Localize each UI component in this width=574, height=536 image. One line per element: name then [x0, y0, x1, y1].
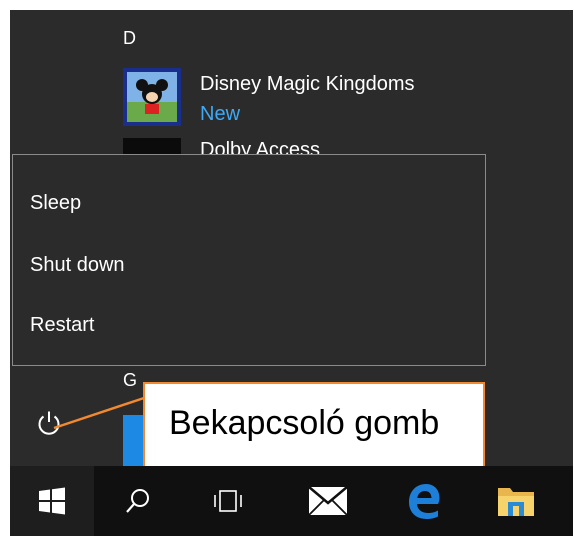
- search-icon: [124, 487, 152, 515]
- edge-button[interactable]: [388, 466, 460, 536]
- screenshot-frame: D Disney Magic Kingdoms New Dolby Access…: [10, 10, 573, 536]
- new-badge: New: [200, 103, 241, 125]
- search-button[interactable]: [102, 466, 174, 536]
- mail-button[interactable]: [292, 466, 364, 536]
- callout-text: Bekapcsoló gomb: [169, 404, 440, 442]
- task-view-button[interactable]: [192, 466, 264, 536]
- app-name: Disney Magic Kingdoms: [200, 73, 415, 95]
- start-button[interactable]: [10, 466, 94, 536]
- app-list-item-disney[interactable]: Disney Magic Kingdoms New: [120, 65, 550, 129]
- file-explorer-icon: [496, 484, 536, 518]
- edge-icon: [405, 482, 443, 520]
- windows-start-icon: [37, 486, 67, 516]
- callout-pointer: [53, 396, 145, 430]
- file-explorer-button[interactable]: [480, 466, 552, 536]
- taskbar: [10, 466, 573, 536]
- callout-box: Bekapcsoló gomb: [143, 382, 485, 468]
- mail-icon: [308, 486, 348, 516]
- section-letter-g[interactable]: G: [123, 370, 137, 391]
- shut-down-menu-item[interactable]: Shut down: [30, 254, 125, 277]
- disney-magic-kingdoms-icon: [123, 68, 181, 126]
- task-view-icon: [211, 488, 245, 514]
- sleep-menu-item[interactable]: Sleep: [30, 192, 81, 215]
- restart-menu-item[interactable]: Restart: [30, 314, 94, 337]
- section-letter-d[interactable]: D: [123, 28, 136, 49]
- power-options-menu: Sleep Shut down Restart: [12, 154, 486, 366]
